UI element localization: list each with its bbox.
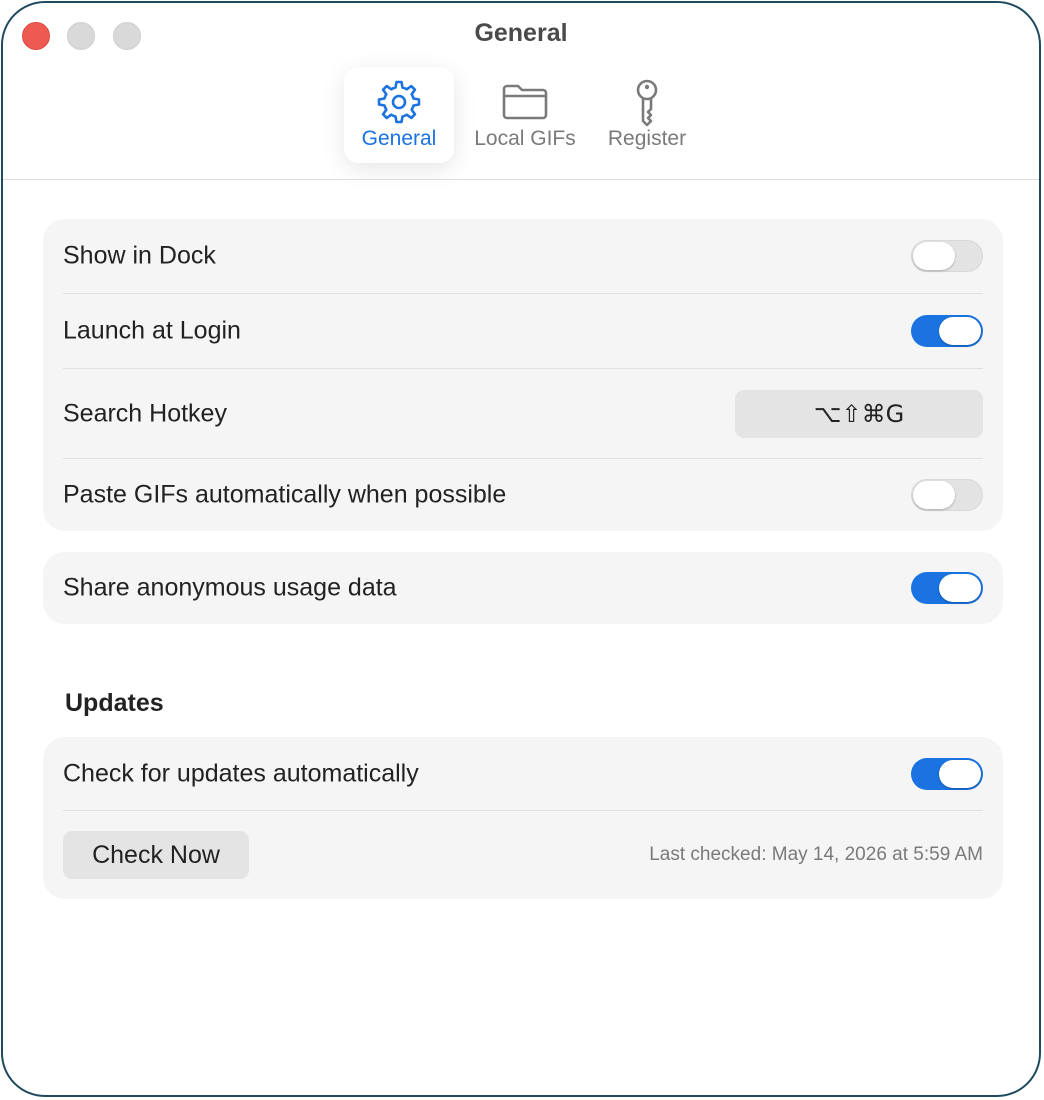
usage-data-group: Share anonymous usage data xyxy=(43,552,1003,624)
setting-label: Show in Dock xyxy=(63,241,216,270)
setting-row-check-now: Check Now Last checked: May 14, 2026 at … xyxy=(63,811,983,899)
setting-row-search-hotkey: Search Hotkey ⌥⇧⌘G xyxy=(63,369,983,459)
launch-at-login-toggle[interactable] xyxy=(911,315,983,347)
last-checked-text: Last checked: May 14, 2026 at 5:59 AM xyxy=(649,844,983,865)
setting-row-launch-at-login: Launch at Login xyxy=(63,294,983,369)
search-hotkey-recorder[interactable]: ⌥⇧⌘G xyxy=(735,389,983,438)
gear-icon xyxy=(377,80,421,124)
check-now-button[interactable]: Check Now xyxy=(63,831,249,879)
share-usage-toggle[interactable] xyxy=(911,572,983,604)
window-title: General xyxy=(474,19,568,47)
preferences-window: General General Local GIFs Register Show… xyxy=(1,1,1041,1097)
tab-local-gifs[interactable]: Local GIFs xyxy=(466,67,584,163)
setting-label: Share anonymous usage data xyxy=(63,573,397,602)
tab-label: Register xyxy=(607,127,687,150)
show-in-dock-toggle[interactable] xyxy=(911,240,983,272)
check-updates-toggle[interactable] xyxy=(911,757,983,790)
paste-gifs-toggle[interactable] xyxy=(911,479,983,511)
setting-label: Launch at Login xyxy=(63,316,241,345)
setting-row-show-in-dock: Show in Dock xyxy=(63,219,983,294)
setting-row-check-updates: Check for updates automatically xyxy=(63,737,983,811)
general-settings-group: Show in Dock Launch at Login Search Hotk… xyxy=(43,219,1003,531)
toolbar-divider xyxy=(3,179,1039,180)
setting-row-paste-gifs: Paste GIFs automatically when possible xyxy=(63,459,983,531)
setting-row-share-usage: Share anonymous usage data xyxy=(63,552,983,624)
toggle-knob xyxy=(913,481,955,509)
updates-heading: Updates xyxy=(65,689,164,717)
tab-register[interactable]: Register xyxy=(597,67,697,163)
setting-label: Check for updates automatically xyxy=(63,759,419,787)
toggle-knob xyxy=(913,242,955,270)
updates-group: Check for updates automatically Check No… xyxy=(43,737,1003,899)
tab-label: Local GIFs xyxy=(474,127,576,150)
key-icon xyxy=(636,79,658,127)
toggle-knob xyxy=(939,574,981,602)
toggle-knob xyxy=(939,759,981,788)
preferences-toolbar: General Local GIFs Register xyxy=(3,67,1039,179)
tab-label: General xyxy=(361,127,437,150)
toggle-knob xyxy=(939,317,981,345)
folder-icon xyxy=(502,84,548,120)
setting-label: Paste GIFs automatically when possible xyxy=(63,480,507,509)
setting-label: Search Hotkey xyxy=(63,399,227,427)
tab-general[interactable]: General xyxy=(344,67,454,163)
